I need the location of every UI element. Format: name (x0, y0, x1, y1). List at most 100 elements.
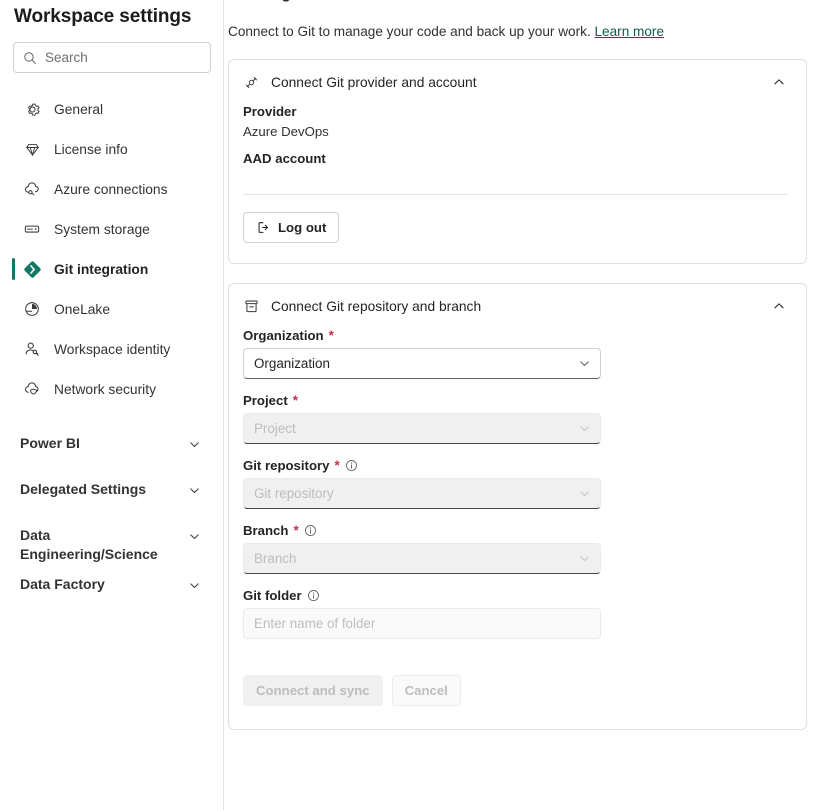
provider-value: Azure DevOps (243, 124, 329, 139)
sidebar-item-label: Network security (54, 381, 156, 397)
search-box[interactable] (13, 42, 211, 73)
sidebar-collapsible-sections: Power BI Delegated Settings Data Enginee… (0, 423, 223, 610)
connect-git-repository-card-body: Organization * Organization Project * Pr… (242, 328, 788, 729)
connect-git-provider-card-body: Provider Azure DevOps AAD account Log ou… (242, 104, 788, 263)
project-dropdown-value: Project (254, 421, 296, 436)
intro-text: Connect to Git to manage your code and b… (228, 24, 591, 39)
sidebar-item-label: OneLake (54, 301, 110, 317)
chevron-down-icon (578, 552, 591, 565)
sidebar-section-data-engineering-science[interactable]: Data Engineering/Science (0, 515, 223, 564)
card-title: Connect Git repository and branch (271, 298, 482, 314)
git-folder-input[interactable] (243, 608, 601, 639)
branch-dropdown[interactable]: Branch (243, 543, 601, 574)
cancel-button[interactable]: Cancel (391, 675, 461, 706)
settings-sidebar: Workspace settings General (0, 0, 224, 810)
sidebar-item-onelake[interactable]: OneLake (0, 289, 223, 329)
sidebar-item-git-integration[interactable]: Git integration (0, 249, 223, 289)
learn-more-link[interactable]: Learn more (595, 24, 665, 39)
sidebar-item-label: Git integration (54, 261, 149, 277)
sidebar-section-label: Power BI (20, 435, 80, 451)
git-repository-label: Git repository * (243, 458, 788, 473)
card-title: Connect Git provider and account (271, 74, 477, 90)
search-icon (23, 51, 37, 65)
sidebar-nav: General License info Azure connections S… (0, 89, 223, 409)
diamond-icon (22, 139, 42, 159)
sign-out-icon (256, 220, 271, 235)
chevron-down-icon (578, 422, 591, 435)
git-repository-dropdown-value: Git repository (254, 486, 334, 501)
sidebar-item-workspace-identity[interactable]: Workspace identity (0, 329, 223, 369)
provider-label: Provider (243, 104, 788, 119)
sidebar-section-label: Delegated Settings (20, 481, 147, 497)
required-asterisk: * (293, 523, 299, 538)
sidebar-item-azure-connections[interactable]: Azure connections (0, 169, 223, 209)
aad-account-label: AAD account (243, 151, 788, 166)
info-icon[interactable] (345, 459, 358, 472)
branch-dropdown-value: Branch (254, 551, 297, 566)
provider-label-text: Provider (243, 104, 297, 119)
organization-dropdown[interactable]: Organization (243, 348, 601, 379)
required-asterisk: * (328, 328, 334, 343)
required-asterisk: * (334, 458, 340, 473)
info-icon[interactable] (304, 524, 317, 537)
sidebar-item-general[interactable]: General (0, 89, 223, 129)
sidebar-item-label: General (54, 101, 104, 117)
connect-git-repository-card: Connect Git repository and branch Organi… (228, 283, 807, 730)
git-icon (22, 259, 42, 279)
page-title: Workspace settings (14, 6, 192, 27)
repo-card-actions: Connect and sync Cancel (243, 653, 788, 729)
sidebar-section-power-bi[interactable]: Power BI (0, 423, 223, 469)
sidebar-section-data-factory[interactable]: Data Factory (0, 564, 223, 610)
sidebar-item-label: License info (54, 141, 128, 157)
chevron-up-icon[interactable] (772, 299, 788, 313)
gear-icon (22, 99, 42, 119)
search-input[interactable] (45, 50, 201, 65)
chevron-down-icon (188, 564, 201, 597)
git-integration-content: Git integration Connect to Git to manage… (224, 0, 825, 810)
log-out-button[interactable]: Log out (243, 212, 340, 243)
intro-paragraph: Connect to Git to manage your code and b… (228, 23, 807, 40)
branch-label-text: Branch (243, 523, 289, 538)
connect-and-sync-button[interactable]: Connect and sync (243, 675, 383, 706)
onelake-icon (22, 299, 42, 319)
aad-account-label-text: AAD account (243, 151, 326, 166)
info-icon[interactable] (307, 589, 320, 602)
sidebar-item-license-info[interactable]: License info (0, 129, 223, 169)
section-heading-clipped: Git integration (228, 0, 807, 20)
project-label-text: Project (243, 393, 288, 408)
sidebar-item-network-security[interactable]: Network security (0, 369, 223, 409)
chevron-down-icon (188, 423, 201, 456)
chevron-down-icon (578, 487, 591, 500)
sidebar-item-label: Workspace identity (54, 341, 171, 357)
plug-icon (242, 73, 260, 91)
chevron-down-icon (188, 469, 201, 502)
git-repository-label-text: Git repository (243, 458, 330, 473)
branch-label: Branch * (243, 523, 788, 538)
connect-git-provider-card-header[interactable]: Connect Git provider and account (242, 60, 788, 104)
connect-git-repository-card-header[interactable]: Connect Git repository and branch (242, 284, 788, 328)
archive-box-icon (242, 297, 260, 315)
project-dropdown[interactable]: Project (243, 413, 601, 444)
section-heading-text: Git integration (228, 0, 334, 3)
cloud-link-icon (22, 179, 42, 199)
connect-git-provider-card: Connect Git provider and account Provide… (228, 59, 807, 264)
git-folder-label-text: Git folder (243, 588, 302, 603)
chevron-up-icon[interactable] (772, 75, 788, 89)
git-folder-label: Git folder (243, 588, 788, 603)
sidebar-item-label: System storage (54, 221, 150, 237)
required-asterisk: * (292, 393, 298, 408)
sidebar-item-label: Azure connections (54, 181, 168, 197)
person-key-icon (22, 339, 42, 359)
cloud-shield-icon (22, 379, 42, 399)
organization-label: Organization * (243, 328, 788, 343)
organization-dropdown-value: Organization (254, 356, 330, 371)
workspace-settings-page: Workspace settings General (0, 0, 825, 810)
sidebar-section-label: Data Factory (20, 576, 105, 592)
sidebar-section-delegated-settings[interactable]: Delegated Settings (0, 469, 223, 515)
log-out-button-label: Log out (278, 220, 327, 235)
project-label: Project * (243, 393, 788, 408)
git-repository-dropdown[interactable]: Git repository (243, 478, 601, 509)
organization-label-text: Organization (243, 328, 324, 343)
sidebar-item-system-storage[interactable]: System storage (0, 209, 223, 249)
sidebar-section-label: Data Engineering/Science (20, 527, 158, 562)
